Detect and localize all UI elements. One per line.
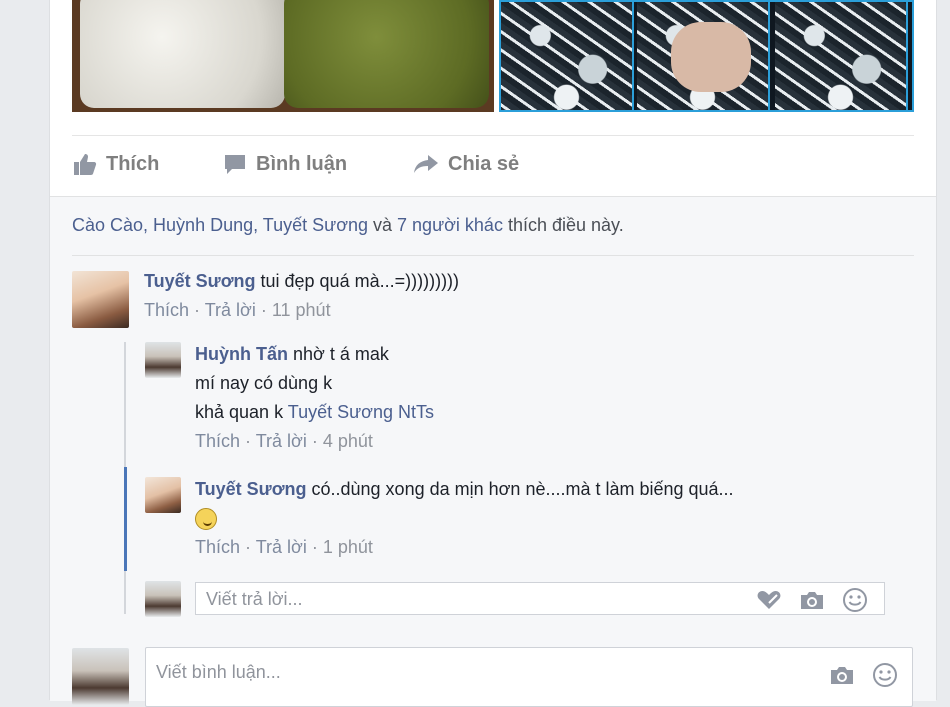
reply-text-line1: nhờ t á mak — [288, 344, 389, 364]
comment-label: Bình luận — [256, 152, 348, 175]
reply-text-line3: khả quan k Tuyết Sương NtTs — [195, 398, 434, 427]
comment-text: tui đẹp quá mà...=))))))))) — [255, 271, 460, 291]
comment-input-icons — [828, 662, 898, 693]
smiley-icon[interactable] — [842, 587, 868, 618]
comment-button[interactable]: Bình luận — [222, 146, 347, 182]
post-actions: Thích Bình luận Chia sẻ — [72, 146, 772, 182]
photo-wolf-pillows[interactable] — [499, 0, 914, 112]
comment-meta: Thích · Trả lời · 11 phút — [144, 300, 331, 320]
reply-mention[interactable]: Tuyết Sương NtTs — [288, 402, 434, 422]
reply-like-link[interactable]: Thích — [195, 537, 240, 557]
like-label: Thích — [106, 152, 160, 175]
reply-input-icons — [756, 587, 868, 618]
share-label: Chia sẻ — [448, 152, 520, 175]
reply-highlight-bar — [124, 467, 127, 571]
sticker-icon[interactable] — [756, 589, 782, 616]
reply-body: Huỳnh Tấn nhờ t á mak — [195, 340, 434, 369]
reply-reply-link[interactable]: Trả lời — [256, 537, 307, 557]
reply-time[interactable]: 1 phút — [323, 537, 373, 557]
reply-meta: Thích · Trả lời · 4 phút — [195, 431, 373, 451]
avatar[interactable] — [145, 477, 181, 513]
reply-author[interactable]: Tuyết Sương — [195, 479, 307, 499]
comment-time[interactable]: 11 phút — [272, 300, 331, 320]
reply-text-line3-prefix: khả quan k — [195, 402, 288, 422]
reply-input-placeholder: Viết trả lời... — [206, 589, 303, 609]
reply-body: Tuyết Sương có..dùng xong da mịn hơn nè.… — [195, 475, 734, 504]
likes-and: và — [368, 215, 398, 235]
likes-others-link[interactable]: 7 người khác — [397, 215, 503, 235]
post-card: Thích Bình luận Chia sẻ Cào Cào, Huỳnh D… — [49, 0, 937, 707]
comment-like-link[interactable]: Thích — [144, 300, 189, 320]
avatar[interactable] — [145, 342, 181, 378]
thumbs-up-icon — [72, 152, 98, 176]
camera-icon[interactable] — [798, 589, 826, 616]
reply-text: có..dùng xong da mịn hơn nè....mà t làm … — [306, 479, 734, 499]
likes-summary: Cào Cào, Huỳnh Dung, Tuyết Sương và 7 ng… — [72, 215, 624, 236]
reply-meta: Thích · Trả lời · 1 phút — [195, 537, 373, 557]
camera-icon[interactable] — [828, 664, 856, 691]
current-user-avatar[interactable] — [72, 648, 129, 705]
comment-input-placeholder: Viết bình luận... — [156, 662, 281, 682]
likers-names[interactable]: Cào Cào, Huỳnh Dung, Tuyết Sương — [72, 215, 368, 235]
avatar[interactable] — [72, 271, 129, 328]
reply-like-link[interactable]: Thích — [195, 431, 240, 451]
tongue-emoji-icon — [195, 508, 217, 531]
feedback-section: Cào Cào, Huỳnh Dung, Tuyết Sương và 7 ng… — [50, 196, 936, 707]
wolf-pillow — [501, 2, 634, 110]
reply-reply-link[interactable]: Trả lời — [256, 431, 307, 451]
comment-body: Tuyết Sương tui đẹp quá mà...=))))))))) — [144, 267, 459, 296]
reply-author[interactable]: Huỳnh Tấn — [195, 344, 288, 364]
reply-text-line2: mí nay có dùng k — [195, 373, 333, 393]
smiley-icon[interactable] — [872, 662, 898, 693]
white-powder-bag — [80, 0, 285, 108]
comment-reply-link[interactable]: Trả lời — [205, 300, 256, 320]
wolf-pillow — [775, 2, 908, 110]
current-user-avatar[interactable] — [145, 581, 181, 617]
divider — [72, 135, 914, 136]
green-powder-bag — [284, 0, 489, 108]
like-button[interactable]: Thích — [72, 146, 159, 182]
likes-suffix: thích điều này. — [502, 215, 624, 235]
divider — [72, 255, 914, 256]
post-photos — [72, 0, 914, 112]
comment-input[interactable]: Viết bình luận... — [145, 647, 913, 707]
comment-bubble-icon — [222, 152, 248, 176]
reply-emoji-line — [195, 504, 734, 533]
comment-author[interactable]: Tuyết Sương — [144, 271, 256, 291]
share-button[interactable]: Chia sẻ — [412, 146, 519, 182]
photo-bags[interactable] — [72, 0, 494, 112]
reply-time[interactable]: 4 phút — [323, 431, 373, 451]
hand — [671, 22, 751, 92]
share-arrow-icon — [412, 152, 440, 176]
reply-input[interactable]: Viết trả lời... — [195, 582, 885, 615]
